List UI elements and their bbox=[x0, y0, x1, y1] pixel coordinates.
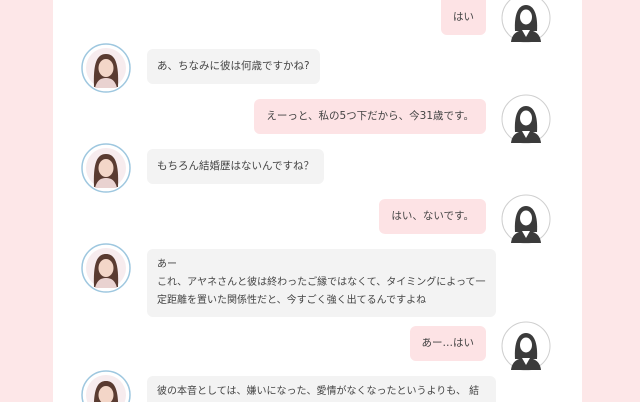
counselor-portrait-icon bbox=[81, 143, 131, 193]
counselor-portrait-icon bbox=[81, 43, 131, 93]
woman-silhouette-icon bbox=[501, 0, 551, 43]
message-text: あー…はい bbox=[421, 337, 475, 349]
woman-silhouette-icon bbox=[501, 321, 551, 371]
counselor-message-bubble: 彼の本音としては、嫌いになった、愛情がなくなったというよりも、 結 bbox=[147, 376, 496, 402]
chat-panel: はい あ、ちなみに彼は何歳ですかね? えーっと、私の5つ下だから、今31歳です。 bbox=[53, 0, 582, 402]
user-message-bubble: あー…はい bbox=[409, 326, 486, 361]
user-message-bubble: えーっと、私の5つ下だから、今31歳です。 bbox=[254, 99, 486, 134]
counselor-message-bubble: あ、ちなみに彼は何歳ですかね? bbox=[147, 49, 320, 84]
message-text: はい bbox=[453, 11, 474, 23]
message-text: えーっと、私の5つ下だから、今31歳です。 bbox=[266, 110, 474, 122]
message-text: はい、ないです。 bbox=[391, 210, 474, 222]
message-text-line: あー bbox=[157, 259, 177, 270]
user-message-bubble: はい bbox=[441, 0, 486, 35]
counselor-portrait-icon bbox=[81, 370, 131, 402]
counselor-portrait-icon bbox=[81, 243, 131, 293]
message-text: 彼の本音としては、嫌いになった、愛情がなくなったというよりも、 結 bbox=[157, 386, 480, 397]
message-text: もちろん結婚歴はないんですね？ bbox=[157, 160, 314, 172]
message-text: あ、ちなみに彼は何歳ですかね? bbox=[157, 60, 310, 72]
message-text-line: これ、アヤネさんと彼は終わったご縁ではなくて、タイミングによって一 bbox=[157, 277, 486, 288]
message-text-line: 定距離を置いた関係性だと、今すごく強く出てるんですよね bbox=[157, 295, 427, 306]
counselor-message-bubble: あー これ、アヤネさんと彼は終わったご縁ではなくて、タイミングによって一 定距離… bbox=[147, 249, 496, 317]
counselor-message-bubble: もちろん結婚歴はないんですね？ bbox=[147, 149, 324, 184]
user-message-bubble: はい、ないです。 bbox=[379, 199, 486, 234]
woman-silhouette-icon bbox=[501, 94, 551, 144]
woman-silhouette-icon bbox=[501, 194, 551, 244]
